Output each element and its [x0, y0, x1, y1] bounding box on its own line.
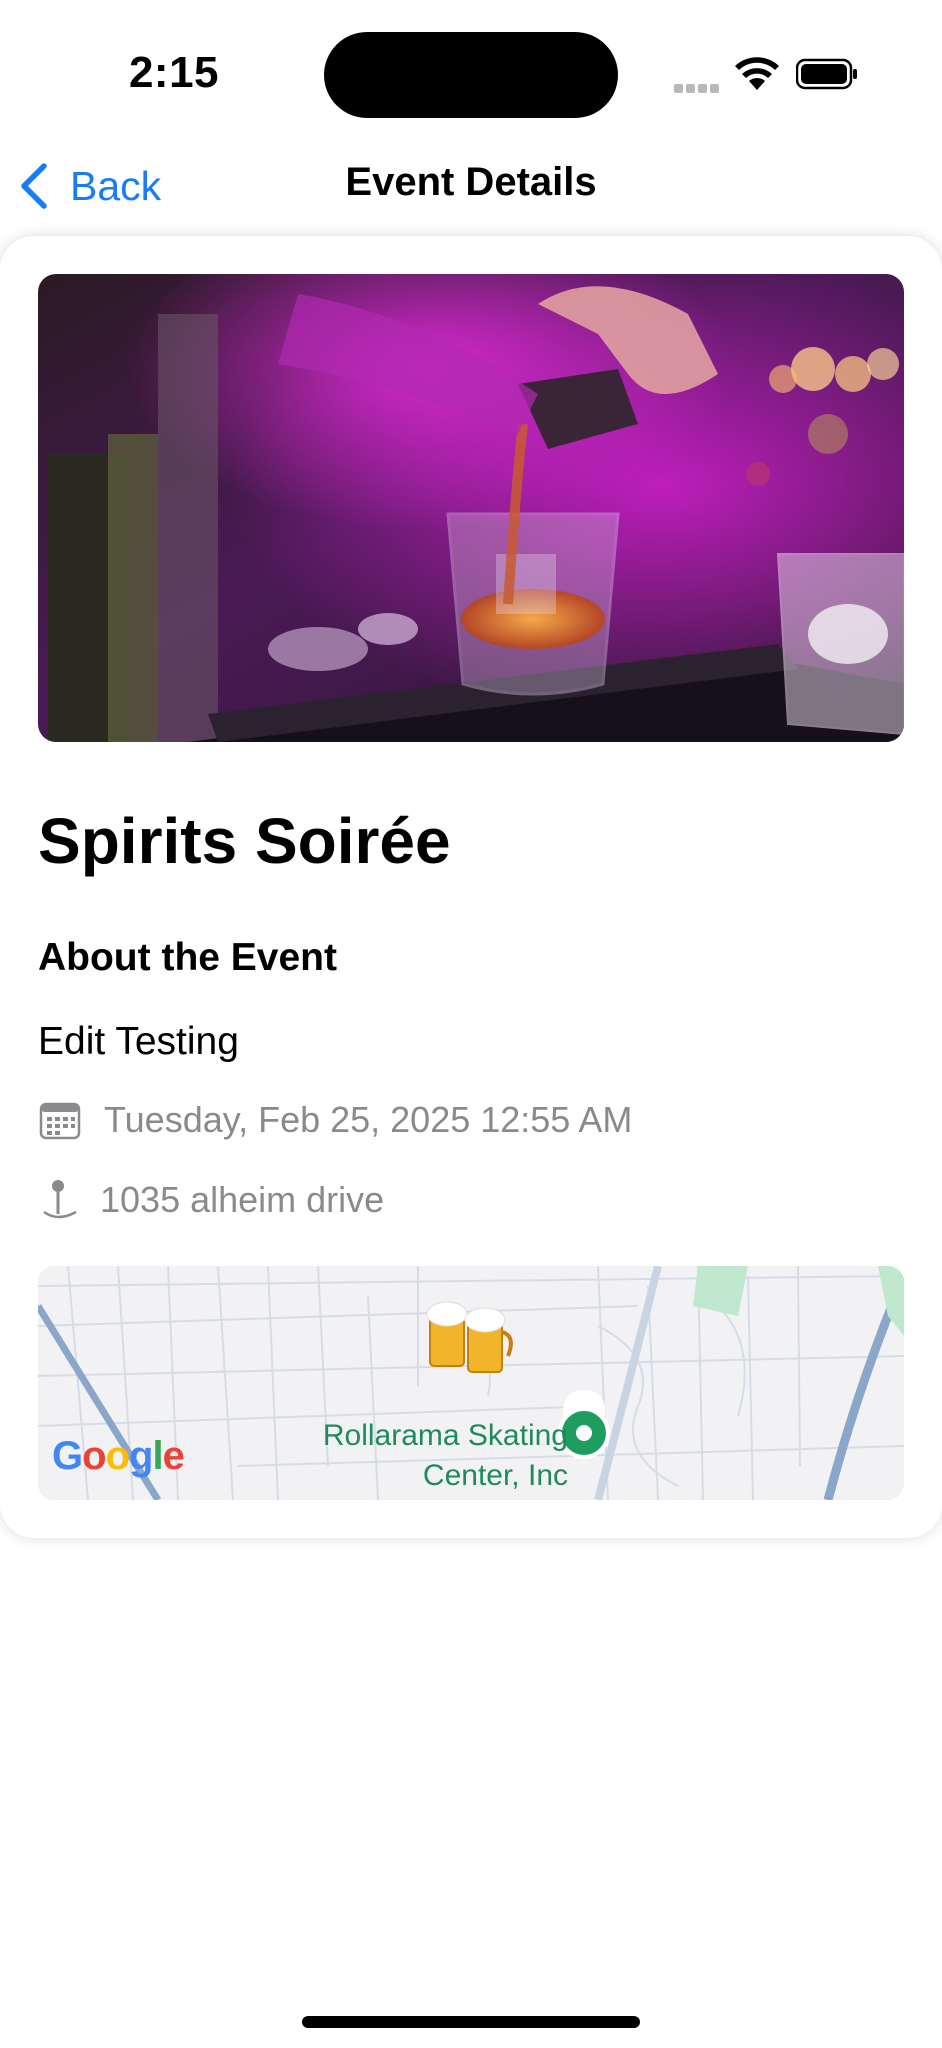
cellular-signal-icon	[674, 80, 722, 93]
home-indicator[interactable]	[302, 2016, 640, 2028]
about-heading: About the Event	[38, 936, 337, 979]
location-map[interactable]: Rollarama Skating Center, Inc Google	[38, 1266, 904, 1500]
calendar-icon	[39, 1102, 81, 1140]
event-datetime: Tuesday, Feb 25, 2025 12:55 AM	[104, 1099, 633, 1140]
event-description: Edit Testing	[38, 1020, 239, 1063]
status-time: 2:15	[128, 48, 220, 97]
page-title: Event Details	[345, 160, 597, 204]
event-title: Spirits Soirée	[38, 805, 451, 877]
dynamic-island	[324, 32, 618, 118]
event-address: 1035 alheim drive	[100, 1179, 385, 1220]
wifi-icon	[735, 57, 779, 90]
google-logo: Google	[52, 1434, 185, 1478]
map-place-label: Rollarama Skating Center, Inc	[322, 1419, 568, 1492]
beer-mugs-icon	[426, 1301, 513, 1373]
event-details-screen: 2:15 Back Event Details Spirits Soirée A…	[0, 0, 942, 2048]
event-card: Spirits Soirée About the Event Edit Test…	[0, 236, 942, 1538]
event-date-row: Tuesday, Feb 25, 2025 12:55 AM	[38, 1098, 632, 1142]
event-address-row: 1035 alheim drive	[38, 1178, 384, 1222]
event-image	[38, 274, 904, 742]
battery-icon	[796, 58, 857, 90]
status-bar: 2:15	[0, 0, 942, 140]
navigation-bar: Back Event Details	[0, 140, 942, 232]
map-pin-icon	[43, 1180, 77, 1219]
